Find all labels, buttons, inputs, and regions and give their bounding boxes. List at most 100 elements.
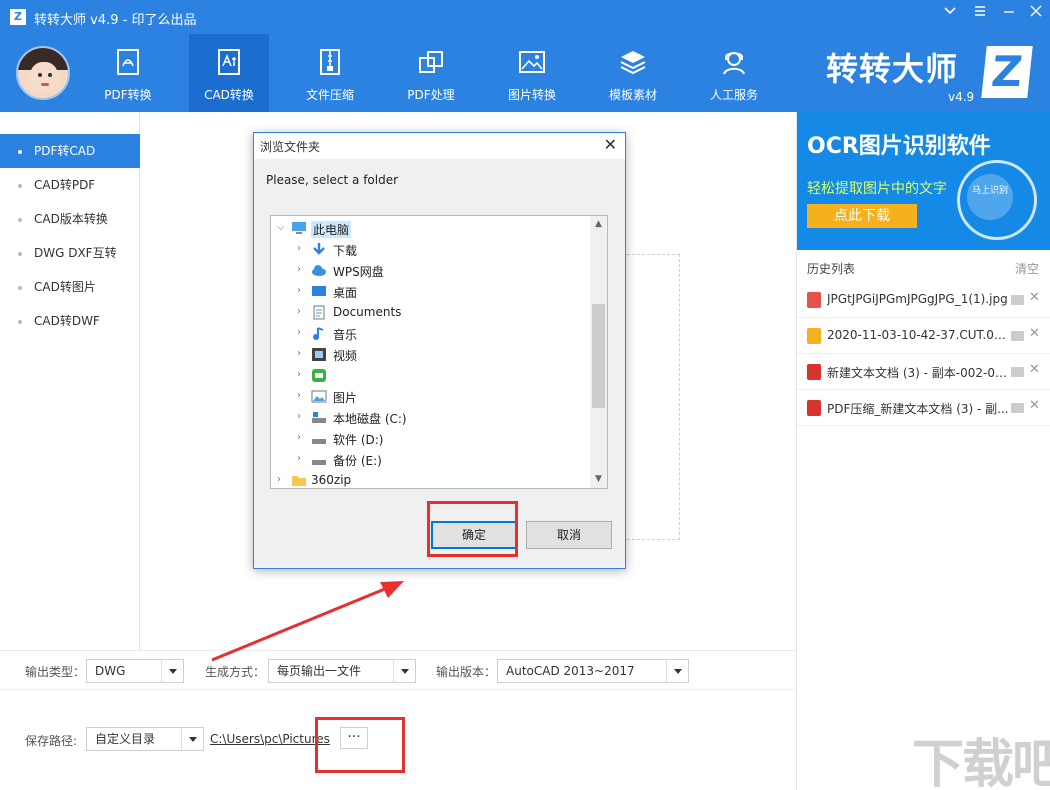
tree-node[interactable]: › 视频 <box>271 344 591 365</box>
history-item[interactable]: PDF压缩_新建文本文档 (3) - 副... ✕ <box>797 390 1050 426</box>
close-icon[interactable]: ✕ <box>1029 290 1040 305</box>
menu-icon[interactable] <box>967 4 993 24</box>
tree-node[interactable]: › 360zip <box>271 470 591 488</box>
chevron-down-icon <box>666 660 688 682</box>
scroll-down-icon[interactable]: ▼ <box>590 471 607 488</box>
bullet-icon <box>18 319 22 324</box>
pdf-icon <box>117 49 139 75</box>
tree-node[interactable]: › 备份 (E:) <box>271 449 591 470</box>
chevron-right-icon[interactable]: › <box>297 244 307 254</box>
app-icon <box>312 369 326 382</box>
scroll-thumb[interactable] <box>592 304 605 408</box>
sidebar-item-label: PDF转CAD <box>34 144 96 158</box>
output-type-select[interactable]: DWG <box>86 659 184 683</box>
chevron-right-icon[interactable]: › <box>297 391 307 401</box>
scroll-up-icon[interactable]: ▲ <box>590 216 607 233</box>
nav-cad-convert[interactable]: CAD转换 <box>189 34 269 112</box>
chevron-right-icon[interactable]: › <box>297 349 307 359</box>
save-path-mode-select[interactable]: 自定义目录 <box>86 727 204 751</box>
chevron-right-icon[interactable]: › <box>297 454 307 464</box>
sidebar-item-dwg-dxf[interactable]: DWG DXF互转 <box>0 236 140 270</box>
history-item-name: JPGtJPGiJPGmJPGgJPG_1(1).jpg <box>827 292 1008 306</box>
cancel-button[interactable]: 取消 <box>526 521 612 549</box>
tree-node[interactable]: › Documents <box>271 302 591 323</box>
sidebar: PDF转CAD CAD转PDF CAD版本转换 DWG DXF互转 CAD转图片… <box>0 112 140 650</box>
dialog-close-icon[interactable]: ✕ <box>604 135 617 154</box>
folder-icon[interactable] <box>1011 367 1024 377</box>
annotation-box-browse <box>315 717 405 773</box>
tree-node[interactable]: › 下载 <box>271 239 591 260</box>
tree-node[interactable]: › <box>271 365 591 386</box>
nav-file-compress[interactable]: 文件压缩 <box>290 34 370 112</box>
save-path-link[interactable]: C:\Users\pc\Pictures <box>210 732 330 746</box>
chevron-right-icon[interactable]: › <box>297 265 307 275</box>
chevron-right-icon[interactable]: › <box>297 370 307 380</box>
sidebar-item-pdf-to-cad[interactable]: PDF转CAD <box>0 134 140 168</box>
tree-node[interactable]: › 本地磁盘 (C:) <box>271 407 591 428</box>
chevron-right-icon[interactable]: › <box>277 475 287 485</box>
annotation-box-ok <box>427 501 518 557</box>
tree-node-label: WPS网盘 <box>333 265 384 279</box>
output-type-label: 输出类型： <box>25 665 86 679</box>
ad-banner[interactable]: OCR图片识别软件 轻松提取图片中的文字 点此下载 马上识别 <box>797 112 1050 250</box>
tree-node-label: 软件 (D:) <box>333 433 384 447</box>
history-item[interactable]: 新建文本文档 (3) - 副本-002-00... ✕ <box>797 354 1050 390</box>
drive-icon <box>312 439 326 444</box>
chevron-right-icon[interactable]: › <box>297 286 307 296</box>
close-icon[interactable]: ✕ <box>1029 326 1040 341</box>
tree-scrollbar[interactable]: ▲ ▼ <box>590 216 607 488</box>
sidebar-item-label: CAD转图片 <box>34 280 96 294</box>
chevron-right-icon[interactable]: › <box>297 307 307 317</box>
tree-node[interactable]: › WPS网盘 <box>271 260 591 281</box>
chevron-down-icon <box>393 660 415 682</box>
nav-pdf-process[interactable]: PDF处理 <box>391 34 471 112</box>
gen-mode-select[interactable]: 每页输出一文件 <box>268 659 416 683</box>
close-icon[interactable]: ✕ <box>1029 362 1040 377</box>
nav-support[interactable]: 人工服务 <box>694 34 774 112</box>
history-item-name: PDF压缩_新建文本文档 (3) - 副... <box>827 402 1009 416</box>
sidebar-item-cad-to-pdf[interactable]: CAD转PDF <box>0 168 140 202</box>
ad-download-button[interactable]: 点此下载 <box>807 204 917 228</box>
main-nav: PDF转换 CAD转换 文件压缩 PDF处理 图片转换 模板素材 人工服务 转转… <box>0 34 1050 112</box>
tree-node-label: 音乐 <box>333 328 358 342</box>
music-icon <box>313 327 324 340</box>
skin-icon[interactable] <box>937 4 963 24</box>
folder-icon[interactable] <box>1011 295 1024 305</box>
tree-node[interactable]: › 图片 <box>271 386 591 407</box>
close-button[interactable] <box>1023 4 1049 24</box>
brand-version: v4.9 <box>948 90 975 104</box>
tree-node[interactable]: › 软件 (D:) <box>271 428 591 449</box>
minimize-button[interactable] <box>996 4 1022 24</box>
chevron-down-icon[interactable]: ⌵ <box>277 223 287 233</box>
bullet-icon <box>18 183 22 188</box>
layers-icon <box>620 51 646 75</box>
tree-node[interactable]: › 桌面 <box>271 281 591 302</box>
avatar[interactable] <box>16 46 70 100</box>
sidebar-item-cad-version[interactable]: CAD版本转换 <box>0 202 140 236</box>
chevron-right-icon[interactable]: › <box>297 328 307 338</box>
history-item-name: 新建文本文档 (3) - 副本-002-00... <box>827 366 1011 380</box>
sidebar-item-label: CAD转DWF <box>34 314 100 328</box>
close-icon[interactable]: ✕ <box>1029 398 1040 413</box>
tree-node[interactable]: › 音乐 <box>271 323 591 344</box>
sidebar-item-cad-to-image[interactable]: CAD转图片 <box>0 270 140 304</box>
nav-templates[interactable]: 模板素材 <box>593 34 673 112</box>
history-item[interactable]: JPGtJPGiJPGmJPGgJPG_1(1).jpg ✕ <box>797 282 1050 318</box>
folder-icon[interactable] <box>1011 331 1024 341</box>
chevron-right-icon[interactable]: › <box>297 433 307 443</box>
folder-icon[interactable] <box>1011 403 1024 413</box>
version-select[interactable]: AutoCAD 2013~2017 <box>497 659 689 683</box>
drive-icon <box>312 460 326 465</box>
pdf-file-icon <box>807 400 821 416</box>
support-icon <box>723 52 745 75</box>
nav-pdf-convert[interactable]: PDF转换 <box>88 34 168 112</box>
video-file-icon <box>807 328 821 344</box>
sidebar-item-cad-to-dwf[interactable]: CAD转DWF <box>0 304 140 338</box>
history-item[interactable]: 2020-11-03-10-42-37.CUT.00'... ✕ <box>797 318 1050 354</box>
chevron-right-icon[interactable]: › <box>297 412 307 422</box>
app-logo: Z <box>10 9 26 25</box>
tree-node-this-pc[interactable]: ⌵ 此电脑 <box>271 218 591 239</box>
nav-image-convert[interactable]: 图片转换 <box>492 34 572 112</box>
history-clear-button[interactable]: 清空 <box>1015 260 1039 277</box>
dialog-title: 浏览文件夹 <box>260 140 321 154</box>
